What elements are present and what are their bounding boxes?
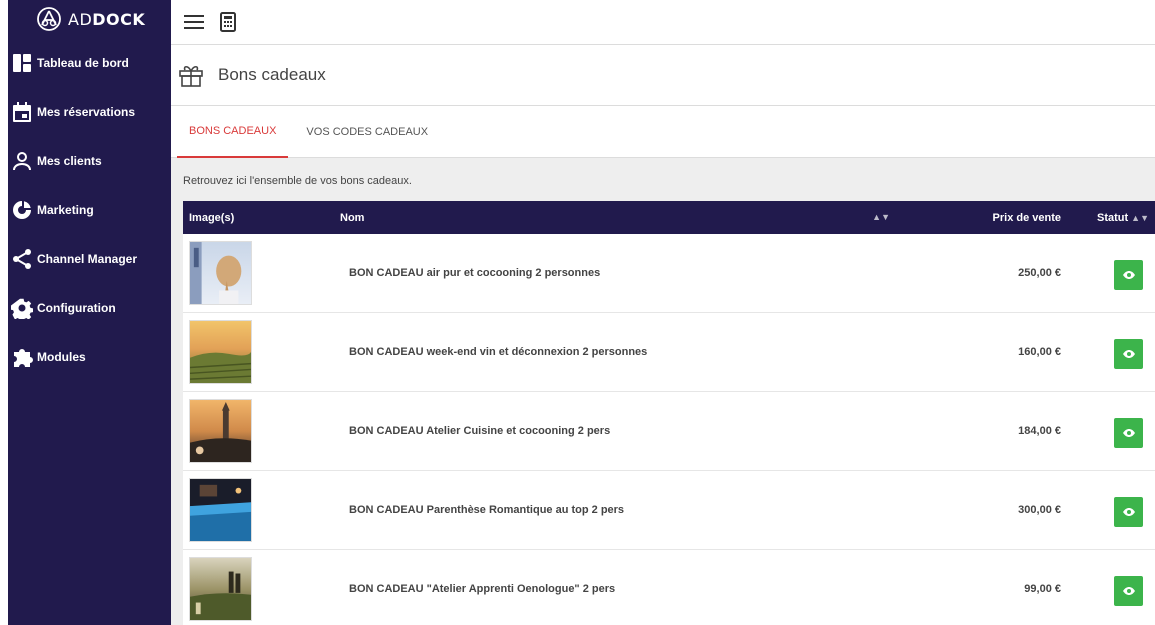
user-icon (11, 150, 33, 172)
tab-bar: BONS CADEAUX VOS CODES CADEAUX (171, 106, 1155, 158)
intro-text: Retrouvez ici l'ensemble de vos bons cad… (183, 175, 412, 187)
voucher-name: BON CADEAU "Atelier Apprenti Oenologue" … (349, 583, 616, 595)
voucher-thumbnail[interactable] (189, 557, 252, 621)
table-row[interactable]: BON CADEAU air pur et cocooning 2 person… (183, 234, 1155, 313)
tab-bons-cadeaux[interactable]: BONS CADEAUX (177, 106, 289, 158)
tab-codes-cadeaux[interactable]: VOS CODES CADEAUX (294, 106, 440, 157)
sidebar-item-channel-manager[interactable]: Channel Manager (8, 234, 171, 283)
eye-icon (1122, 350, 1135, 358)
status-cell (1071, 572, 1155, 606)
view-button[interactable] (1114, 339, 1143, 369)
sidebar-item-marketing[interactable]: Marketing (8, 185, 171, 234)
voucher-thumbnail[interactable] (189, 478, 252, 542)
calculator-icon[interactable] (214, 8, 242, 36)
voucher-thumbnail[interactable] (189, 320, 252, 384)
sort-icon[interactable]: ▲▼ (1131, 213, 1149, 223)
gift-vouchers-table: Image(s) Nom ▲▼ Prix de vente Statut▲▼ (183, 201, 1155, 625)
voucher-name: BON CADEAU Parenthèse Romantique au top … (349, 504, 625, 516)
hamburger-icon[interactable] (180, 8, 208, 36)
column-header-status[interactable]: Statut ▲▼ (1071, 212, 1155, 224)
sidebar-item-label: Channel Manager (37, 251, 138, 266)
dashboard-icon (11, 52, 33, 74)
sidebar-item-label: Mes clients (37, 153, 102, 168)
voucher-price: 99,00 € (1024, 583, 1061, 595)
voucher-name: BON CADEAU week-end vin et déconnexion 2… (349, 346, 648, 358)
status-cell (1071, 414, 1155, 448)
voucher-price: 184,00 € (1018, 425, 1061, 437)
sidebar-item-clients[interactable]: Mes clients (8, 136, 171, 185)
table-row[interactable]: BON CADEAU week-end vin et déconnexion 2… (183, 313, 1155, 392)
image-cell (183, 557, 340, 621)
image-cell (183, 320, 340, 384)
view-button[interactable] (1114, 260, 1143, 290)
sort-icon[interactable]: ▲▼ (872, 212, 890, 224)
top-bar (171, 0, 1155, 45)
eye-icon (1122, 271, 1135, 279)
voucher-name: BON CADEAU air pur et cocooning 2 person… (349, 267, 601, 279)
brand-logo[interactable]: ADDOCK (8, 0, 171, 38)
column-header-price[interactable]: Prix de vente (900, 212, 1071, 224)
status-cell (1071, 256, 1155, 290)
column-header-status-label: Statut (1097, 211, 1129, 224)
view-button[interactable] (1114, 418, 1143, 448)
voucher-thumbnail[interactable] (189, 399, 252, 463)
sidebar-item-configuration[interactable]: Configuration (8, 283, 171, 332)
view-button[interactable] (1114, 497, 1143, 527)
voucher-price: 300,00 € (1018, 504, 1061, 516)
voucher-name: BON CADEAU Atelier Cuisine et cocooning … (349, 425, 611, 437)
sidebar-item-label: Tableau de bord (37, 55, 129, 70)
column-header-name-label: Nom (340, 211, 365, 224)
view-button[interactable] (1114, 576, 1143, 606)
sidebar-item-reservations[interactable]: Mes réservations (8, 87, 171, 136)
image-cell (183, 399, 340, 463)
voucher-thumbnail[interactable] (189, 241, 252, 305)
share-icon (11, 248, 33, 270)
sidebar-item-label: Configuration (37, 300, 116, 315)
marketing-icon (11, 199, 33, 221)
table-header: Image(s) Nom ▲▼ Prix de vente Statut ▲▼ (183, 201, 1155, 234)
addock-logo-icon (37, 7, 61, 31)
page-title: Bons cadeaux (218, 65, 326, 84)
content-area: Retrouvez ici l'ensemble de vos bons cad… (171, 158, 1155, 625)
sidebar-item-dashboard[interactable]: Tableau de bord (8, 38, 171, 87)
image-cell (183, 241, 340, 305)
puzzle-icon (11, 346, 33, 368)
image-cell (183, 478, 340, 542)
sidebar: ADDOCK Tableau de bord Mes réservations … (8, 0, 171, 625)
gear-icon (11, 297, 33, 319)
eye-icon (1122, 587, 1135, 595)
status-cell (1071, 335, 1155, 369)
voucher-price: 250,00 € (1018, 267, 1061, 279)
table-row[interactable]: BON CADEAU Parenthèse Romantique au top … (183, 471, 1155, 550)
table-row[interactable]: BON CADEAU "Atelier Apprenti Oenologue" … (183, 550, 1155, 625)
column-header-image: Image(s) (189, 211, 235, 224)
sidebar-item-label: Mes réservations (37, 104, 136, 119)
gift-icon (179, 65, 203, 87)
page-header: Bons cadeaux (171, 45, 1155, 106)
calendar-icon (11, 101, 33, 123)
sidebar-item-label: Modules (37, 349, 86, 364)
sidebar-item-label: Marketing (37, 202, 94, 217)
status-cell (1071, 493, 1155, 527)
brand-name: ADDOCK (68, 9, 146, 29)
table-row[interactable]: BON CADEAU Atelier Cuisine et cocooning … (183, 392, 1155, 471)
voucher-price: 160,00 € (1018, 346, 1061, 358)
sidebar-item-modules[interactable]: Modules (8, 332, 171, 381)
column-header-name[interactable]: Nom ▲▼ (340, 212, 900, 224)
eye-icon (1122, 508, 1135, 516)
eye-icon (1122, 429, 1135, 437)
